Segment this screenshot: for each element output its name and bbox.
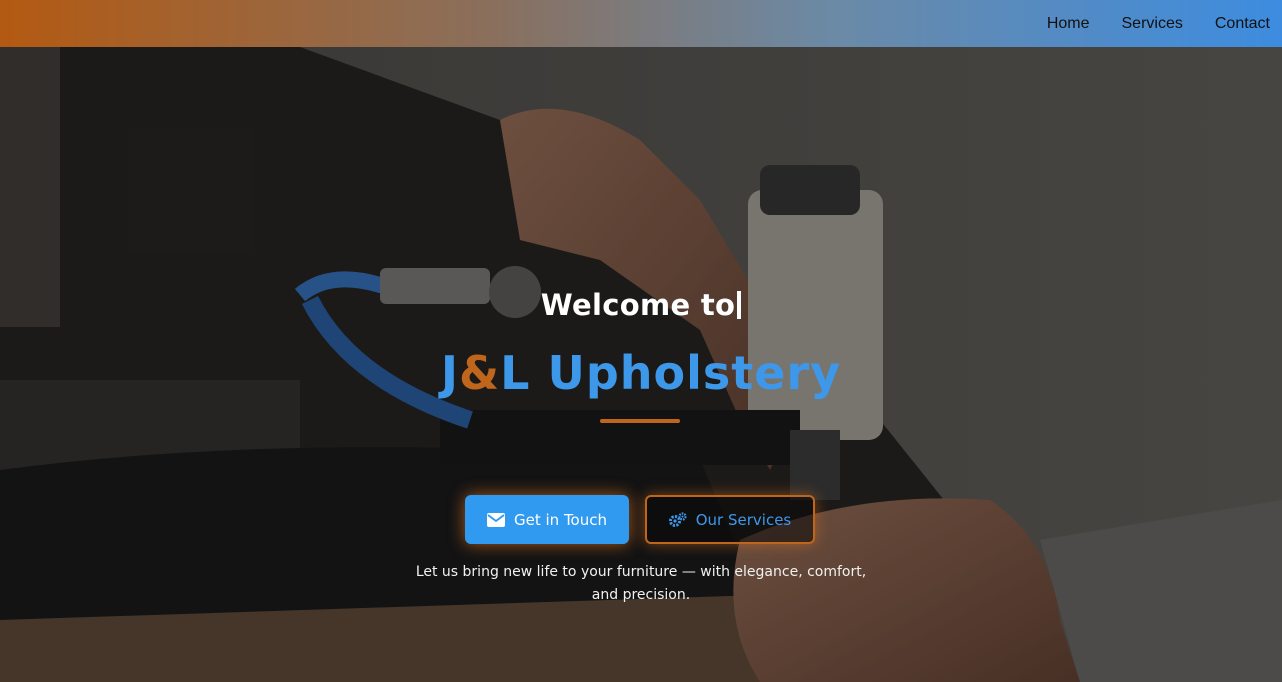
brand-part-j: J — [440, 346, 460, 400]
get-in-touch-button[interactable]: Get in Touch — [465, 495, 629, 544]
hero-tagline: Let us bring new life to your furniture … — [415, 564, 867, 603]
hero-brand-title: J&L Upholstery — [0, 346, 1282, 400]
hero-welcome-heading: Welcome to — [0, 288, 1282, 322]
welcome-text: Welcome to — [540, 288, 736, 322]
top-navbar: Home Services Contact — [0, 0, 1282, 47]
nav-link-home[interactable]: Home — [1047, 15, 1090, 33]
brand-ampersand: & — [459, 346, 501, 400]
gears-icon — [668, 511, 687, 528]
our-services-label: Our Services — [695, 510, 792, 529]
nav-link-contact[interactable]: Contact — [1215, 15, 1270, 33]
title-underline-divider — [600, 419, 680, 423]
nav-link-services[interactable]: Services — [1122, 15, 1183, 33]
brand-part-upholstery: L Upholstery — [500, 346, 842, 400]
get-in-touch-label: Get in Touch — [514, 510, 607, 529]
our-services-button[interactable]: Our Services — [645, 495, 815, 544]
envelope-icon — [487, 512, 505, 527]
typing-cursor — [737, 291, 742, 319]
